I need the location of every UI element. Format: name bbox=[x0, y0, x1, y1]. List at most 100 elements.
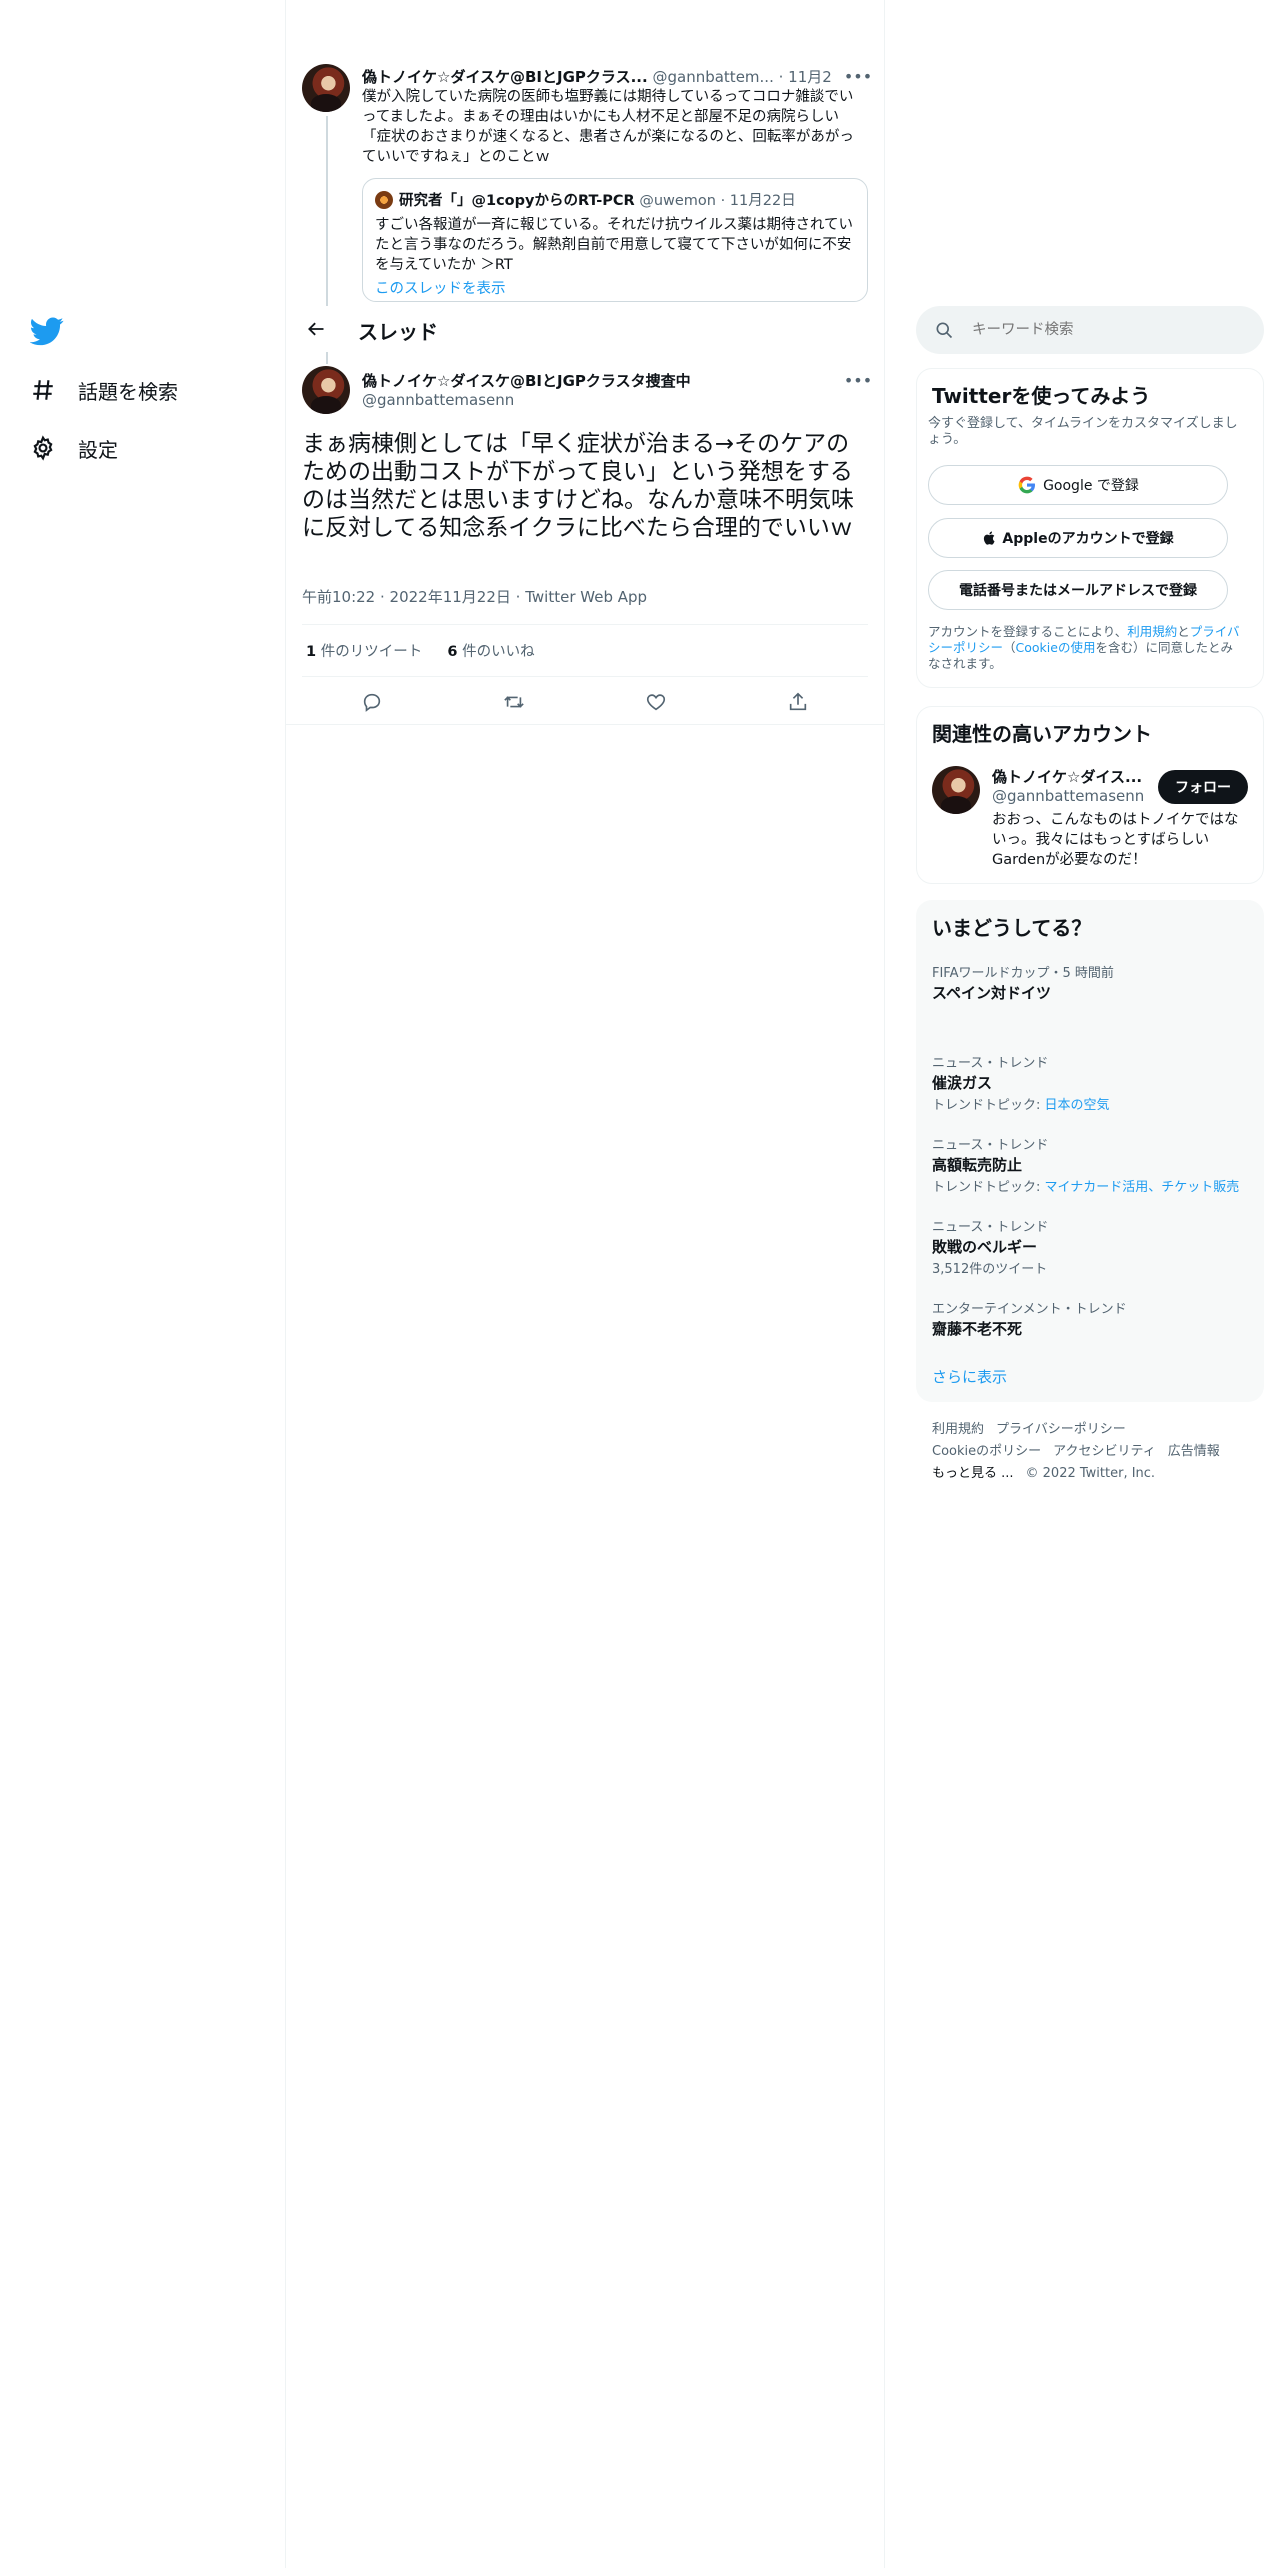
tweet-time[interactable]: 午前10:22 bbox=[302, 588, 375, 606]
gear-icon bbox=[30, 435, 56, 461]
retweets-label: 件のリツイート bbox=[320, 644, 423, 660]
author-handle[interactable]: @gannbattem... bbox=[652, 68, 773, 86]
likes-stat[interactable]: 6 件のいいね bbox=[447, 644, 534, 660]
apple-signup-button[interactable]: Appleのアカウントで登録 bbox=[928, 518, 1228, 558]
page-title: スレッド bbox=[358, 320, 438, 344]
sidebar-item-explore[interactable]: 話題を検索 bbox=[30, 362, 178, 418]
reply-icon[interactable] bbox=[358, 688, 386, 716]
more-options-icon[interactable]: ••• bbox=[844, 370, 872, 390]
retweets-stat[interactable]: 1 件のリツイート bbox=[306, 644, 422, 660]
trend-title: 齋藤不老不死 bbox=[932, 1320, 1023, 1338]
likes-count: 6 bbox=[447, 644, 458, 660]
tweet-meta: 午前10:22 · 2022年11月22日 · Twitter Web App bbox=[302, 588, 648, 606]
footer-link[interactable]: 利用規約 bbox=[932, 1422, 984, 1437]
sidebar-item-label: 話題を検索 bbox=[78, 379, 178, 404]
avatar[interactable] bbox=[302, 366, 350, 414]
quote-tweet-card[interactable]: 研究者「」@1copyからのRT-PCR @uwemon · 11月22日 すご… bbox=[362, 178, 868, 302]
trend-sub-label: トレンドトピック: bbox=[932, 1098, 1045, 1113]
trend-category: ニュース・トレンド bbox=[932, 1138, 1049, 1153]
avatar[interactable] bbox=[302, 64, 350, 112]
hashtag-icon bbox=[30, 377, 56, 403]
apple-signup-label: Appleのアカウントで登録 bbox=[1002, 531, 1174, 547]
footer-link[interactable]: プライバシーポリシー bbox=[996, 1422, 1126, 1437]
related-account-name[interactable]: 偽トノイケ☆ダイス... bbox=[992, 766, 1144, 787]
phone-email-signup-button[interactable]: 電話番号またはメールアドレスで登録 bbox=[928, 570, 1228, 610]
signup-legal: アカウントを登録することにより、利用規約とプライバシーポリシー（Cookieの使… bbox=[928, 624, 1244, 672]
google-signup-label: Google で登録 bbox=[1043, 478, 1139, 494]
divider bbox=[286, 724, 884, 725]
google-signup-button[interactable]: Google で登録 bbox=[928, 465, 1228, 505]
quote-date: 11月22日 bbox=[729, 193, 796, 209]
sidebar-item-settings[interactable]: 設定 bbox=[30, 420, 118, 476]
search-box[interactable] bbox=[916, 306, 1264, 354]
search-icon bbox=[934, 320, 954, 340]
signup-subtitle: 今すぐ登録して、タイムラインをカスタマイズしましょう。 bbox=[928, 416, 1238, 447]
related-account-bio: おおっ、こんなものはトノイケではないっ。我々にはもっとすばらしいGardenが必… bbox=[992, 812, 1239, 868]
terms-link[interactable]: 利用規約 bbox=[1127, 624, 1177, 639]
footer-link[interactable]: 広告情報 bbox=[1168, 1444, 1220, 1459]
avatar[interactable] bbox=[932, 766, 980, 814]
trend-topic-link[interactable]: マイナカード活用、チケット販売 bbox=[1045, 1180, 1240, 1195]
legal-text: （ bbox=[1003, 640, 1016, 655]
divider bbox=[302, 676, 868, 677]
retweets-count: 1 bbox=[306, 644, 317, 660]
signup-title: Twitterを使ってみよう bbox=[932, 384, 1151, 408]
trend-category: エンターテインメント・トレンド bbox=[932, 1302, 1127, 1317]
trend-category: ニュース・トレンド bbox=[932, 1220, 1049, 1235]
share-icon[interactable] bbox=[784, 688, 812, 716]
phone-signup-label: 電話番号またはメールアドレスで登録 bbox=[959, 583, 1197, 599]
trend-title: 高額転売防止 bbox=[932, 1156, 1023, 1174]
search-input[interactable] bbox=[970, 318, 1250, 342]
tweet-source: Twitter Web App bbox=[525, 588, 648, 606]
quote-text: すごい各報道が一斉に報じている。それだけ抗ウイルス薬は期待されていたと言う事なの… bbox=[375, 217, 854, 273]
sidebar-item-label: 設定 bbox=[78, 437, 118, 462]
back-arrow-icon[interactable] bbox=[302, 315, 330, 343]
more-options-icon[interactable]: ••• bbox=[844, 66, 872, 86]
author-name[interactable]: 偽トノイケ☆ダイスケ@BIとJGPクラスタ捜査中 bbox=[362, 370, 691, 391]
show-more-link[interactable]: さらに表示 bbox=[932, 1366, 1007, 1387]
trend-subtitle: トレンドトピック: 日本の空気 bbox=[932, 1094, 1110, 1113]
right-divider bbox=[884, 0, 885, 2568]
follow-button[interactable]: フォロー bbox=[1158, 770, 1248, 804]
trend-subtitle: 3,512件のツイート bbox=[932, 1262, 1048, 1277]
quote-header: 研究者「」@1copyからのRT-PCR @uwemon · 11月22日 bbox=[399, 193, 796, 209]
trend-title: 敗戦のベルギー bbox=[932, 1238, 1038, 1256]
apple-icon bbox=[982, 529, 998, 547]
parent-tweet-text: 僕が入院していた病院の医師も塩野義には期待しているってコロナ雑談でいってましたよ… bbox=[362, 89, 854, 165]
google-icon bbox=[1017, 475, 1037, 495]
quote-avatar bbox=[375, 191, 393, 209]
trend-topic-link[interactable]: 日本の空気 bbox=[1045, 1098, 1110, 1113]
author-handle[interactable]: @gannbattemasenn bbox=[362, 391, 514, 409]
likes-label: 件のいいね bbox=[462, 644, 535, 660]
cookie-link[interactable]: Cookieの使用 bbox=[1016, 640, 1096, 655]
quote-author-name: 研究者「」@1copyからのRT-PCR bbox=[399, 193, 635, 209]
trend-category: ニュース・トレンド bbox=[932, 1056, 1049, 1071]
trend-title: 催涙ガス bbox=[932, 1074, 993, 1092]
divider bbox=[302, 624, 868, 625]
footer-more-link[interactable]: もっと見る ... bbox=[932, 1466, 1014, 1481]
parent-tweet-header: 偽トノイケ☆ダイスケ@BIとJGPクラス... @gannbattem... ·… bbox=[362, 66, 832, 87]
twitter-logo-icon[interactable] bbox=[29, 314, 64, 348]
copyright: © 2022 Twitter, Inc. bbox=[1025, 1466, 1156, 1481]
trend-title: スペイン対ドイツ bbox=[932, 984, 1051, 1002]
trend-subtitle: トレンドトピック: マイナカード活用、チケット販売 bbox=[932, 1176, 1239, 1195]
show-thread-link[interactable]: このスレッドを表示 bbox=[375, 277, 506, 298]
like-icon[interactable] bbox=[642, 688, 670, 716]
thread-connector bbox=[326, 352, 328, 364]
trends-title: いまどうしてる？ bbox=[932, 916, 1092, 940]
author-name[interactable]: 偽トノイケ☆ダイスケ@BIとJGPクラス... bbox=[362, 68, 648, 86]
tweet-date[interactable]: 2022年11月22日 bbox=[390, 588, 511, 606]
thread-connector bbox=[326, 116, 328, 306]
tweet-stats: 1 件のリツイート 6 件のいいね bbox=[306, 640, 535, 661]
related-account-handle[interactable]: @gannbattemasenn bbox=[992, 787, 1144, 805]
related-title: 関連性の高いアカウント bbox=[932, 722, 1152, 746]
tweet-text: まぁ病棟側としては「早く症状が治まる→そのケアのための出動コストが下がって良い」… bbox=[302, 431, 854, 541]
quote-author-handle: @uwemon bbox=[639, 193, 716, 209]
retweet-icon[interactable] bbox=[500, 688, 528, 716]
trend-category: FIFAワールドカップ・5 時間前 bbox=[932, 966, 1114, 981]
tweet-date[interactable]: 11月22日 bbox=[788, 68, 832, 86]
footer-link[interactable]: Cookieのポリシー bbox=[932, 1444, 1041, 1459]
thread-header: スレッド bbox=[286, 306, 884, 352]
footer-link[interactable]: アクセシビリティ bbox=[1053, 1444, 1156, 1459]
left-divider bbox=[285, 0, 286, 2568]
